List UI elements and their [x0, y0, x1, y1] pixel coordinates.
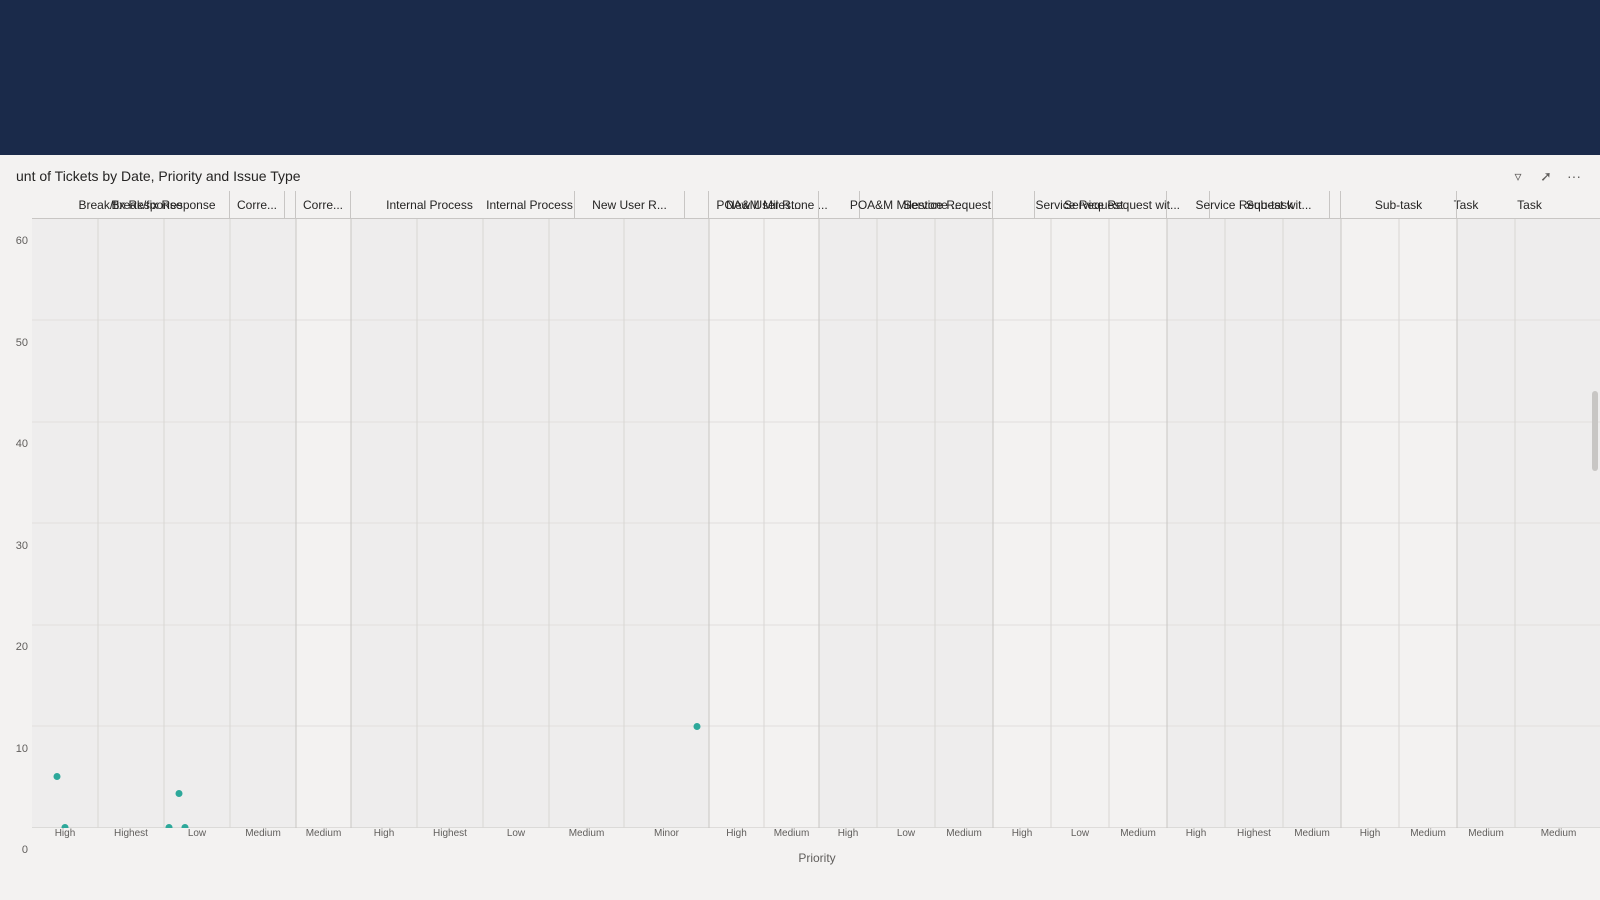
- x-label-bf-low: Low: [164, 828, 230, 839]
- x-label-pm-high: High: [819, 828, 877, 839]
- x-label-srw-high: High: [1167, 828, 1225, 839]
- expand-icon[interactable]: ➚: [1536, 166, 1556, 186]
- filter-icon[interactable]: ▿: [1508, 166, 1528, 186]
- chart-header: unt of Tickets by Date, Priority and Iss…: [0, 155, 1600, 191]
- x-label-nu-medium: Medium: [764, 828, 819, 839]
- col-header-sr: Service Request: [860, 191, 1035, 218]
- x-label-ip-low: Low: [483, 828, 549, 839]
- x-label-nu-high: High: [709, 828, 764, 839]
- x-label-t-medium2: Medium: [1515, 828, 1600, 839]
- col-header-breakfix: Break/fix Response: [32, 191, 230, 218]
- x-label-ip-high: High: [351, 828, 417, 839]
- x-label-st-medium: Medium: [1399, 828, 1457, 839]
- x-label-srw-medium: Medium: [1283, 828, 1341, 839]
- x-label-bf-high: High: [32, 828, 98, 839]
- y-tick-50: 50: [16, 337, 28, 349]
- x-axis-title: Priority: [32, 851, 1600, 865]
- plot-area: Break/fix Response Corre... Internal Pro…: [32, 191, 1600, 900]
- x-label-ip-highest: Highest: [417, 828, 483, 839]
- scrollbar-indicator[interactable]: [1592, 391, 1598, 471]
- col-header-corre: Corre...: [230, 191, 285, 218]
- chart-area: 0 10 20 30 40 50 60 Break/fix Response: [0, 191, 1600, 900]
- x-label-bf-highest: Highest: [98, 828, 164, 839]
- col-header-newuser: New User R...: [575, 191, 685, 218]
- y-tick-40: 40: [16, 438, 28, 450]
- x-label-ip-medium: Medium: [549, 828, 624, 839]
- x-label-sr-low: Low: [1051, 828, 1109, 839]
- x-label-ip-minor: Minor: [624, 828, 709, 839]
- x-label-sr-medium: Medium: [1109, 828, 1167, 839]
- col-header-subtask: Sub-task: [1210, 191, 1330, 218]
- x-label-bf-medium: Medium: [230, 828, 296, 839]
- scatter-plot-main: .dot { fill: #2da89a; }: [32, 219, 1600, 828]
- top-bar: [0, 0, 1600, 155]
- column-headers-row: Break/fix Response Corre... Internal Pro…: [32, 191, 1600, 219]
- col-header-internal: Internal Process: [285, 191, 575, 218]
- chart-inner: 0 10 20 30 40 50 60 Break/fix Response: [0, 191, 1600, 900]
- y-tick-10: 10: [16, 743, 28, 755]
- more-icon[interactable]: ···: [1564, 166, 1584, 186]
- col-header-srwit: Service Request wit...: [1035, 191, 1210, 218]
- y-tick-20: 20: [16, 641, 28, 653]
- x-label-pm-medium: Medium: [935, 828, 993, 839]
- y-tick-0: 0: [22, 844, 28, 856]
- chart-container: unt of Tickets by Date, Priority and Iss…: [0, 155, 1600, 900]
- x-axis-labels: High Highest Low Medium Medium High High…: [32, 828, 1600, 839]
- x-label-pm-low: Low: [877, 828, 935, 839]
- col-header-poam: POA&M Milestone ...: [685, 191, 860, 218]
- x-label-st-high: High: [1341, 828, 1399, 839]
- y-tick-60: 60: [16, 235, 28, 247]
- col-header-task: Task: [1330, 191, 1600, 218]
- y-tick-30: 30: [16, 540, 28, 552]
- chart-icons: ▿ ➚ ···: [1508, 166, 1584, 186]
- x-label-srw-highest: Highest: [1225, 828, 1283, 839]
- plot-wrapper: Break/fix Response Corre... Internal Pro…: [32, 191, 1600, 900]
- x-label-co-medium: Medium: [296, 828, 351, 839]
- x-label-sr-high: High: [993, 828, 1051, 839]
- x-label-t-medium1: Medium: [1457, 828, 1515, 839]
- chart-title: unt of Tickets by Date, Priority and Iss…: [16, 168, 301, 184]
- y-axis: 0 10 20 30 40 50 60: [0, 191, 32, 900]
